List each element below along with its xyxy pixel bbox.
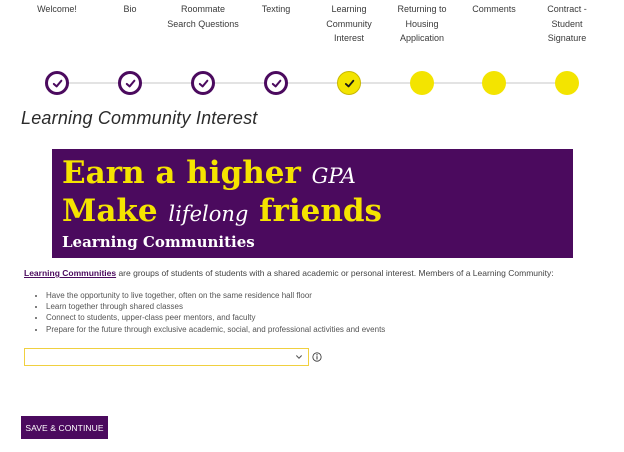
list-item: Have the opportunity to live together, o… bbox=[46, 290, 385, 301]
banner-line2-main-2: friends bbox=[259, 193, 383, 229]
step-label-texting[interactable]: Texting bbox=[240, 2, 312, 17]
step-label-bio[interactable]: Bio bbox=[94, 2, 166, 17]
banner-line2-script: lifelong bbox=[168, 202, 249, 226]
page-title: Learning Community Interest bbox=[21, 108, 258, 128]
step-circle-learning-community[interactable] bbox=[337, 71, 361, 95]
banner-line-1: Earn a higher GPA bbox=[62, 157, 356, 192]
progress-stepper: Welcome! Bio Roommate Search Questions T… bbox=[20, 0, 604, 100]
list-item: Connect to students, upper-class peer me… bbox=[46, 312, 385, 323]
step-circle-bio[interactable] bbox=[118, 71, 142, 95]
banner-line-2: Make lifelong friends bbox=[62, 195, 382, 230]
step-label-returning-housing[interactable]: Returning to Housing Application bbox=[386, 2, 458, 46]
step-circle-texting[interactable] bbox=[264, 71, 288, 95]
check-icon bbox=[271, 79, 281, 87]
step-label-comments[interactable]: Comments bbox=[458, 2, 530, 17]
step-circle-comments[interactable] bbox=[482, 71, 506, 95]
step-circle-welcome[interactable] bbox=[45, 71, 69, 95]
page: Welcome! Bio Roommate Search Questions T… bbox=[0, 0, 624, 452]
step-label-contract-signature[interactable]: Contract - Student Signature bbox=[531, 2, 603, 46]
benefits-list: Have the opportunity to live together, o… bbox=[24, 290, 385, 335]
step-circle-contract-signature[interactable] bbox=[555, 71, 579, 95]
save-and-continue-button[interactable]: SAVE & CONTINUE bbox=[21, 416, 108, 439]
step-circle-returning-housing[interactable] bbox=[410, 71, 434, 95]
check-icon bbox=[198, 79, 208, 87]
step-label-welcome[interactable]: Welcome! bbox=[21, 2, 93, 17]
banner-line1-script: GPA bbox=[311, 164, 356, 188]
chevron-down-icon bbox=[296, 355, 302, 359]
intro-paragraph: Learning Communities are groups of stude… bbox=[24, 268, 614, 278]
intro-text: are groups of students of students with … bbox=[116, 268, 554, 278]
list-item: Prepare for the future through exclusive… bbox=[46, 324, 385, 335]
learning-communities-link[interactable]: Learning Communities bbox=[24, 268, 116, 278]
check-icon bbox=[52, 79, 62, 87]
banner-line-3: Learning Communities bbox=[62, 233, 255, 251]
check-icon bbox=[125, 79, 135, 87]
banner-line2-main-1: Make bbox=[62, 193, 158, 229]
learning-communities-banner: Earn a higher GPA Make lifelong friends … bbox=[52, 149, 573, 258]
check-icon bbox=[344, 79, 354, 87]
learning-community-select[interactable] bbox=[24, 348, 309, 366]
list-item: Learn together through shared classes bbox=[46, 301, 385, 312]
step-circle-roommate-search[interactable] bbox=[191, 71, 215, 95]
step-label-learning-community[interactable]: Learning Community Interest bbox=[313, 2, 385, 46]
banner-line1-main: Earn a higher bbox=[62, 155, 301, 191]
info-icon[interactable] bbox=[312, 352, 322, 362]
step-label-roommate-search[interactable]: Roommate Search Questions bbox=[167, 2, 239, 31]
